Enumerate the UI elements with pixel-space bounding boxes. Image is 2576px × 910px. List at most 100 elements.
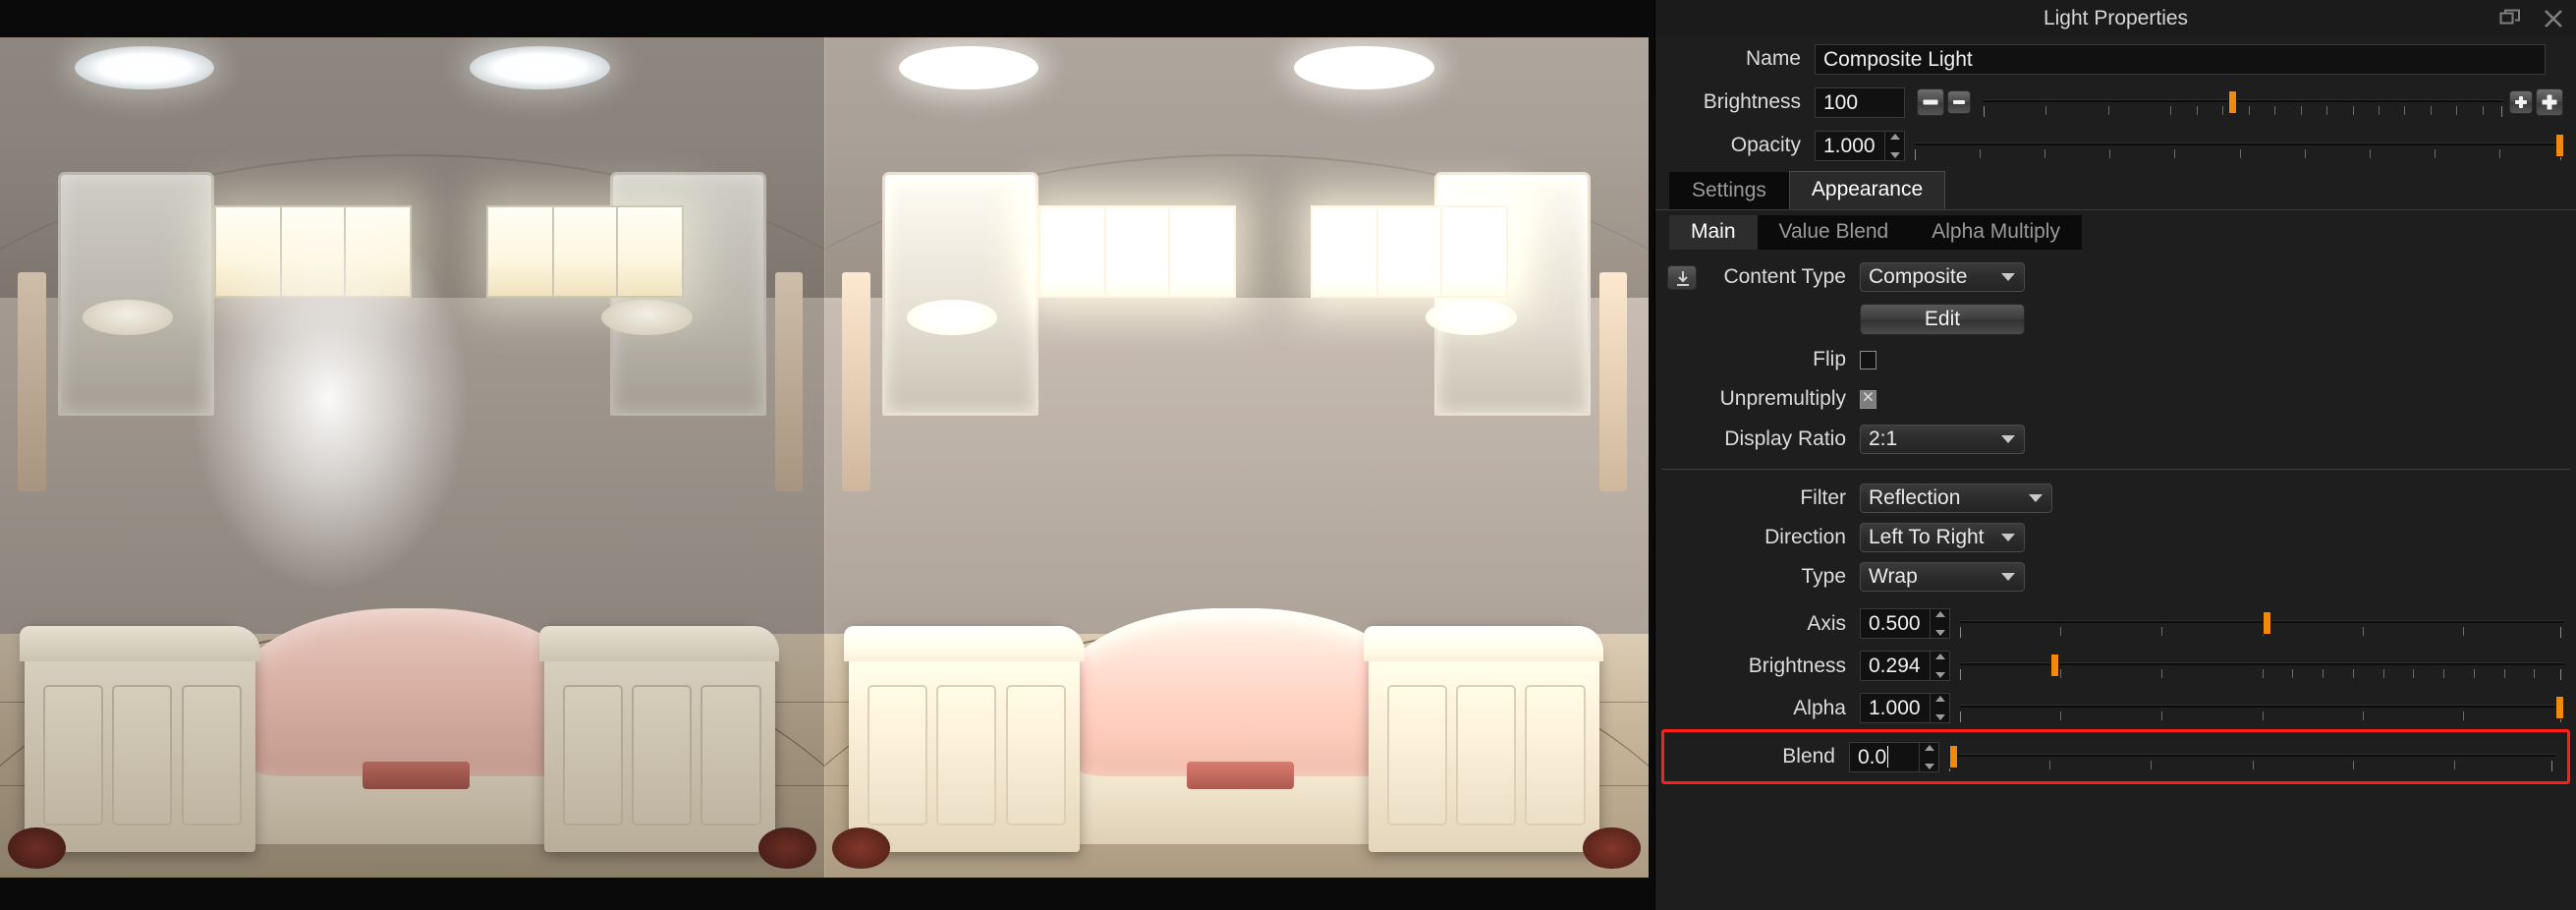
display-ratio-row: Display Ratio 2:1 bbox=[1655, 419, 2576, 460]
appearance-brightness-slider-thumb[interactable] bbox=[2050, 654, 2060, 677]
panel-titlebar: Light Properties bbox=[1655, 0, 2576, 37]
alpha-slider[interactable] bbox=[1960, 693, 2564, 723]
blend-slider[interactable] bbox=[1949, 742, 2555, 772]
axis-stepper[interactable] bbox=[1931, 608, 1950, 639]
filter-value: Reflection bbox=[1869, 486, 1961, 509]
direction-label: Direction bbox=[1764, 526, 1846, 548]
axis-input[interactable]: 0.500 bbox=[1860, 608, 1931, 639]
brightness-slider-track bbox=[1984, 98, 2503, 102]
appearance-brightness-label: Brightness bbox=[1748, 654, 1846, 677]
flip-label: Flip bbox=[1813, 348, 1846, 370]
alpha-row: Alpha 1.000 bbox=[1655, 687, 2576, 729]
alpha-slider-thumb[interactable] bbox=[2555, 696, 2564, 719]
chevron-down-icon bbox=[2001, 573, 2015, 581]
opacity-slider-ticks bbox=[1915, 148, 2564, 160]
panorama-image[interactable] bbox=[0, 37, 1649, 878]
direction-row: Direction Left To Right bbox=[1655, 518, 2576, 557]
opacity-stepper[interactable] bbox=[1885, 130, 1905, 161]
opacity-slider[interactable] bbox=[1915, 131, 2564, 161]
alpha-label: Alpha bbox=[1793, 696, 1846, 719]
blend-slider-track bbox=[1949, 753, 2555, 757]
edit-button[interactable]: Edit bbox=[1860, 304, 2025, 335]
ceiling-downlight-icon bbox=[470, 45, 610, 89]
chevron-down-icon bbox=[2001, 435, 2015, 443]
chevron-down-icon bbox=[2029, 494, 2043, 502]
type-value: Wrap bbox=[1869, 565, 1918, 588]
content-type-row: Content Type Composite bbox=[1655, 256, 2576, 299]
appearance-brightness-row: Brightness 0.294 bbox=[1655, 645, 2576, 687]
brightness-label: Brightness bbox=[1703, 90, 1801, 113]
chevron-down-icon bbox=[2001, 534, 2015, 541]
filter-dropdown[interactable]: Reflection bbox=[1860, 483, 2052, 513]
blend-slider-thumb[interactable] bbox=[1949, 744, 1958, 768]
opacity-slider-thumb[interactable] bbox=[2555, 133, 2564, 157]
filter-row: Filter Reflection bbox=[1655, 479, 2576, 518]
appearance-subtabbar: Main Value Blend Alpha Multiply bbox=[1655, 215, 2576, 250]
brightness-input[interactable]: 100 bbox=[1815, 86, 1905, 118]
opacity-row: Opacity 1.000 bbox=[1655, 124, 2576, 167]
display-ratio-value: 2:1 bbox=[1869, 427, 1898, 450]
blend-row-highlight: Blend 0.0 bbox=[1661, 729, 2570, 784]
panorama-left-half bbox=[0, 37, 824, 878]
light-properties-panel: Light Properties Name Composite Light Br… bbox=[1654, 0, 2576, 910]
edit-row: Edit bbox=[1655, 299, 2576, 340]
brightness-increase-big-button[interactable] bbox=[2536, 88, 2563, 116]
axis-slider-thumb[interactable] bbox=[2262, 611, 2271, 635]
brightness-slider-thumb[interactable] bbox=[2227, 89, 2237, 114]
appearance-brightness-stepper[interactable] bbox=[1931, 651, 1950, 681]
subtab-value-blend[interactable]: Value Blend bbox=[1757, 215, 1911, 250]
unpremultiply-row: Unpremultiply bbox=[1655, 379, 2576, 419]
blend-input-value: 0.0 bbox=[1858, 745, 1887, 768]
ceiling-downlight-icon bbox=[74, 45, 215, 89]
brightness-decrease-big-button[interactable] bbox=[1917, 88, 1944, 116]
blend-stepper[interactable] bbox=[1920, 741, 1939, 772]
appearance-brightness-slider[interactable] bbox=[1960, 651, 2564, 681]
appearance-brightness-input[interactable]: 0.294 bbox=[1860, 651, 1931, 681]
alpha-input[interactable]: 1.000 bbox=[1860, 693, 1931, 723]
close-icon[interactable] bbox=[2543, 8, 2564, 29]
ceiling-downlight-icon bbox=[898, 45, 1039, 89]
name-input[interactable]: Composite Light bbox=[1815, 43, 2546, 75]
exposure-split-line bbox=[824, 37, 825, 878]
axis-label: Axis bbox=[1807, 611, 1846, 635]
subtab-alpha-multiply[interactable]: Alpha Multiply bbox=[1910, 215, 2082, 250]
display-ratio-dropdown[interactable]: 2:1 bbox=[1860, 425, 2025, 454]
opacity-input[interactable]: 1.000 bbox=[1815, 130, 1885, 161]
name-row: Name Composite Light bbox=[1655, 37, 2576, 81]
axis-slider[interactable] bbox=[1960, 608, 2564, 639]
flip-row: Flip bbox=[1655, 340, 2576, 379]
alpha-slider-track bbox=[1960, 705, 2564, 708]
chevron-down-icon bbox=[2001, 273, 2015, 281]
direction-dropdown[interactable]: Left To Right bbox=[1860, 523, 2025, 552]
brightness-slider[interactable] bbox=[1984, 87, 2503, 118]
brightness-increase-small-button[interactable] bbox=[2509, 90, 2533, 114]
undock-icon[interactable] bbox=[2499, 8, 2521, 29]
content-type-value: Composite bbox=[1869, 265, 1968, 288]
ceiling-downlight-icon bbox=[1294, 45, 1434, 89]
content-type-dropdown[interactable]: Composite bbox=[1860, 262, 2025, 292]
import-down-icon[interactable] bbox=[1667, 264, 1697, 290]
blend-input[interactable]: 0.0 bbox=[1849, 741, 1920, 772]
brightness-decrease-small-button[interactable] bbox=[1947, 90, 1971, 114]
panorama-right-half bbox=[824, 37, 1649, 878]
section-divider bbox=[1661, 469, 2570, 470]
opacity-slider-track bbox=[1915, 142, 2564, 145]
text-cursor bbox=[1887, 745, 1889, 768]
type-row: Type Wrap bbox=[1655, 557, 2576, 597]
subtab-main[interactable]: Main bbox=[1669, 215, 1758, 250]
alpha-stepper[interactable] bbox=[1931, 693, 1950, 723]
alpha-slider-ticks bbox=[1960, 711, 2564, 722]
tab-settings[interactable]: Settings bbox=[1669, 172, 1789, 209]
brightness-slider-ticks bbox=[1984, 105, 2503, 117]
type-dropdown[interactable]: Wrap bbox=[1860, 562, 2025, 592]
unpremultiply-label: Unpremultiply bbox=[1719, 387, 1846, 410]
panorama-viewer[interactable] bbox=[0, 0, 1654, 910]
direction-value: Left To Right bbox=[1869, 526, 1985, 548]
brightness-row: Brightness 100 bbox=[1655, 81, 2576, 124]
tab-appearance[interactable]: Appearance bbox=[1788, 171, 1946, 209]
content-type-label: Content Type bbox=[1723, 265, 1846, 288]
main-tabbar: Settings Appearance bbox=[1655, 171, 2576, 210]
flip-checkbox[interactable] bbox=[1860, 350, 1876, 370]
blend-slider-ticks bbox=[1949, 760, 2555, 771]
unpremultiply-checkbox[interactable] bbox=[1860, 389, 1876, 409]
